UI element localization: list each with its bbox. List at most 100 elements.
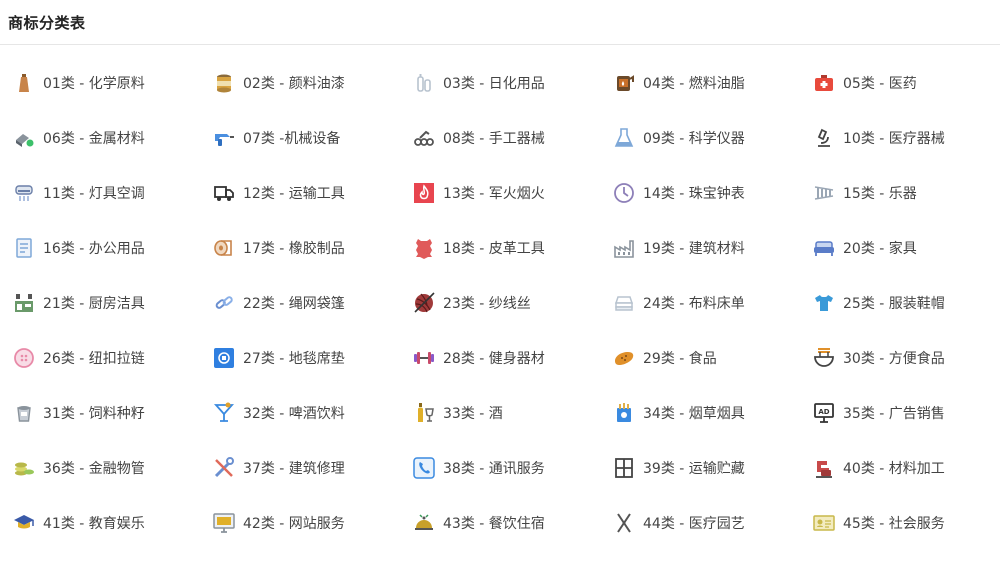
class-item-label: 38类 - 通讯服务 [443,460,545,477]
class-item[interactable]: 04类 - 燃料油脂 [600,55,800,110]
sofa-icon [812,236,836,260]
tools-icon [212,456,236,480]
class-item[interactable]: 15类 - 乐器 [800,165,1000,220]
class-item[interactable]: 23类 - 纱线丝 [400,275,600,330]
class-item-label: 41类 - 教育娱乐 [43,515,145,532]
class-item[interactable]: 17类 - 橡胶制品 [200,220,400,275]
class-item-label: 10类 - 医疗器械 [843,130,945,147]
svg-text:AD: AD [818,408,829,416]
folded-cloth-icon [612,291,636,315]
class-item[interactable]: AD 35类 - 广告销售 [800,385,1000,440]
monitor-icon [212,511,236,535]
class-item-label: 44类 - 医疗园艺 [643,515,745,532]
dumbbell-icon [412,346,436,370]
class-item[interactable]: 02类 - 颜料油漆 [200,55,400,110]
class-item[interactable]: 39类 - 运输贮藏 [600,440,800,495]
class-item[interactable]: 20类 - 家具 [800,220,1000,275]
class-item[interactable]: 29类 - 食品 [600,330,800,385]
class-item-label: 25类 - 服装鞋帽 [843,295,945,312]
class-item[interactable]: 03类 - 日化用品 [400,55,600,110]
metal-material-icon [12,126,36,150]
class-item-label: 19类 - 建筑材料 [643,240,745,257]
class-item-label: 13类 - 军火烟火 [443,185,545,202]
class-item-label: 12类 - 运输工具 [243,185,345,202]
class-item[interactable]: 18类 - 皮革工具 [400,220,600,275]
class-item[interactable]: 06类 - 金属材料 [0,110,200,165]
class-item-label: 39类 - 运输贮藏 [643,460,745,477]
class-item-label: 21类 - 厨房洁具 [43,295,145,312]
class-item-label: 11类 - 灯具空调 [43,185,145,202]
class-item[interactable]: 08类 - 手工器械 [400,110,600,165]
class-item[interactable]: 24类 - 布料床单 [600,275,800,330]
class-item[interactable]: 26类 - 纽扣拉链 [0,330,200,385]
class-item-label: 09类 - 科学仪器 [643,130,745,147]
noodle-bowl-icon [812,346,836,370]
class-item[interactable]: 21类 - 厨房洁具 [0,275,200,330]
bread-icon [612,346,636,370]
class-item-label: 29类 - 食品 [643,350,717,367]
class-item[interactable]: 07类 -机械设备 [200,110,400,165]
button-icon [12,346,36,370]
class-item[interactable]: 28类 - 健身器材 [400,330,600,385]
class-item[interactable]: 22类 - 绳网袋篷 [200,275,400,330]
class-item-label: 27类 - 地毯席垫 [243,350,345,367]
class-item-label: 45类 - 社会服务 [843,515,945,532]
class-item[interactable]: 32类 - 啤酒饮料 [200,385,400,440]
class-item[interactable]: 19类 - 建筑材料 [600,220,800,275]
oil-barrel-icon [612,71,636,95]
class-item[interactable]: 33类 - 酒 [400,385,600,440]
drill-icon [212,126,236,150]
class-item[interactable]: 43类 - 餐饮住宿 [400,495,600,550]
class-item[interactable]: 13类 - 军火烟火 [400,165,600,220]
class-item-label: 35类 - 广告销售 [843,405,945,422]
class-item[interactable]: 27类 - 地毯席垫 [200,330,400,385]
class-item-label: 05类 - 医药 [843,75,917,92]
page-title: 商标分类表 [8,14,86,32]
xylophone-icon [812,181,836,205]
beaker-icon [612,126,636,150]
class-item[interactable]: 37类 - 建筑修理 [200,440,400,495]
class-item-label: 15类 - 乐器 [843,185,917,202]
hand-tool-icon [412,126,436,150]
class-item-label: 28类 - 健身器材 [443,350,545,367]
rug-icon [212,346,236,370]
class-item-label: 37类 - 建筑修理 [243,460,345,477]
class-item[interactable]: 14类 - 珠宝钟表 [600,165,800,220]
class-item[interactable]: 11类 - 灯具空调 [0,165,200,220]
clock-icon [612,181,636,205]
food-cloche-icon [412,511,436,535]
class-item-label: 16类 - 办公用品 [43,240,145,257]
id-card-icon [812,511,836,535]
class-item[interactable]: 30类 - 方便食品 [800,330,1000,385]
class-item[interactable]: 45类 - 社会服务 [800,495,1000,550]
fire-icon [412,181,436,205]
class-item[interactable]: 36类 - 金融物管 [0,440,200,495]
class-item[interactable]: 09类 - 科学仪器 [600,110,800,165]
paint-can-icon [212,71,236,95]
class-item[interactable]: 31类 - 饲料种籽 [0,385,200,440]
class-item-label: 03类 - 日化用品 [443,75,545,92]
ad-board-icon: AD [812,401,836,425]
class-item[interactable]: 10类 - 医疗器械 [800,110,1000,165]
trademark-class-grid: 01类 - 化学原料 02类 - 颜料油漆 03类 - 日化用品 04类 - 燃料油脂… [0,45,1000,550]
class-item[interactable]: 42类 - 网站服务 [200,495,400,550]
class-item-label: 07类 -机械设备 [243,130,341,147]
class-item[interactable]: 25类 - 服装鞋帽 [800,275,1000,330]
class-item[interactable]: 38类 - 通讯服务 [400,440,600,495]
scissors-icon [612,511,636,535]
class-item-label: 24类 - 布料床单 [643,295,745,312]
class-item[interactable]: 12类 - 运输工具 [200,165,400,220]
class-item-label: 18类 - 皮革工具 [443,240,545,257]
class-item[interactable]: 05类 - 医药 [800,55,1000,110]
air-conditioner-icon [12,181,36,205]
class-item[interactable]: 40类 - 材料加工 [800,440,1000,495]
class-item[interactable]: 34类 - 烟草烟具 [600,385,800,440]
class-item[interactable]: 41类 - 教育娱乐 [0,495,200,550]
coins-icon [12,456,36,480]
class-item-label: 08类 - 手工器械 [443,130,545,147]
class-item[interactable]: 16类 - 办公用品 [0,220,200,275]
class-item[interactable]: 44类 - 医疗园艺 [600,495,800,550]
class-item[interactable]: 01类 - 化学原料 [0,55,200,110]
yarn-ball-icon [412,291,436,315]
class-item-label: 32类 - 啤酒饮料 [243,405,345,422]
